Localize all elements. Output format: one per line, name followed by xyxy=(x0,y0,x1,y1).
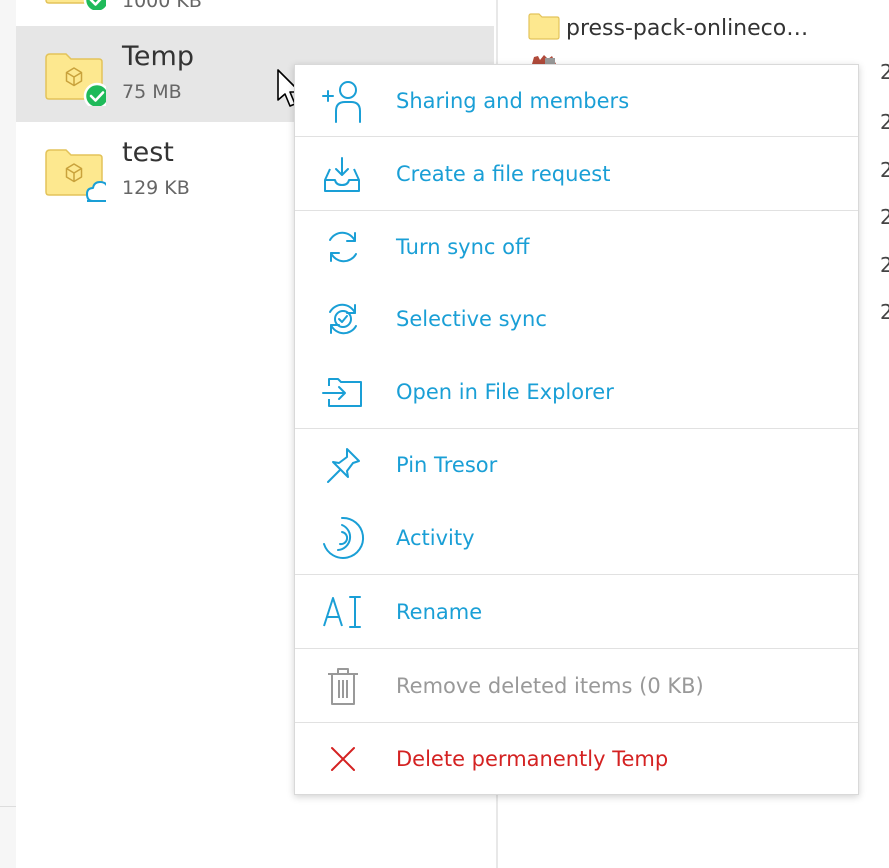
menu-label: Remove deleted items (0 KB) xyxy=(396,673,704,698)
tresor-folder-icon xyxy=(45,0,106,10)
rename-icon xyxy=(323,595,361,628)
menu-label: Turn sync off xyxy=(396,235,530,259)
menu-label: Open in File Explorer xyxy=(396,379,614,404)
delete-x-icon xyxy=(331,746,355,771)
menu-label: Delete permanently Temp xyxy=(396,746,669,771)
tresor-row[interactable]: 1000 KB xyxy=(16,0,494,26)
file-name: press-pack-onlineco… xyxy=(566,16,809,41)
menu-label: Create a file request xyxy=(396,161,611,186)
tresor-size: 129 KB xyxy=(122,177,190,199)
menu-item-selective-sync[interactable]: Selective sync xyxy=(295,283,858,355)
menu-item-remove-deleted: Remove deleted items (0 KB) xyxy=(295,649,858,722)
file-icon xyxy=(532,55,556,64)
open-explorer-icon xyxy=(322,377,362,407)
context-menu: Sharing and members Create a file reques… xyxy=(294,64,859,795)
date-cell: 2 xyxy=(880,300,889,324)
menu-label: Selective sync xyxy=(396,307,547,331)
folder-icon xyxy=(528,13,560,40)
tresor-size: 1000 KB xyxy=(122,0,202,12)
left-edge-strip xyxy=(0,0,16,868)
activity-icon xyxy=(323,516,365,559)
pin-icon xyxy=(327,448,360,483)
date-cell: 2 xyxy=(880,253,889,277)
tresor-size: 75 MB xyxy=(122,81,182,103)
tresor-name: test xyxy=(122,137,174,168)
tresor-folder-icon xyxy=(45,53,106,106)
menu-item-activity[interactable]: Activity xyxy=(295,501,858,574)
menu-item-pin-tresor[interactable]: Pin Tresor xyxy=(295,429,858,501)
selective-sync-icon xyxy=(329,303,357,335)
date-cell: 2 xyxy=(880,158,889,182)
menu-item-open-explorer[interactable]: Open in File Explorer xyxy=(295,355,858,428)
tresor-name: Temp xyxy=(122,41,194,72)
trash-icon xyxy=(328,667,358,705)
menu-label: Pin Tresor xyxy=(396,453,498,477)
menu-label: Sharing and members xyxy=(396,88,630,113)
sync-icon xyxy=(329,231,357,263)
menu-label: Rename xyxy=(396,599,483,624)
menu-label: Activity xyxy=(396,525,475,550)
menu-item-file-request[interactable]: Create a file request xyxy=(295,137,858,210)
date-cell: 2 xyxy=(880,205,889,229)
menu-item-sharing[interactable]: Sharing and members xyxy=(295,65,858,136)
menu-item-turn-sync-off[interactable]: Turn sync off xyxy=(295,211,858,283)
tresor-folder-icon xyxy=(45,149,106,202)
menu-item-delete-permanently[interactable]: Delete permanently Temp xyxy=(295,723,858,794)
add-member-icon xyxy=(322,80,361,123)
date-cell: 2 xyxy=(880,60,889,84)
file-request-icon xyxy=(324,156,360,192)
date-cell: 2 xyxy=(880,110,889,134)
left-edge-divider xyxy=(0,806,16,807)
menu-item-rename[interactable]: Rename xyxy=(295,575,858,648)
